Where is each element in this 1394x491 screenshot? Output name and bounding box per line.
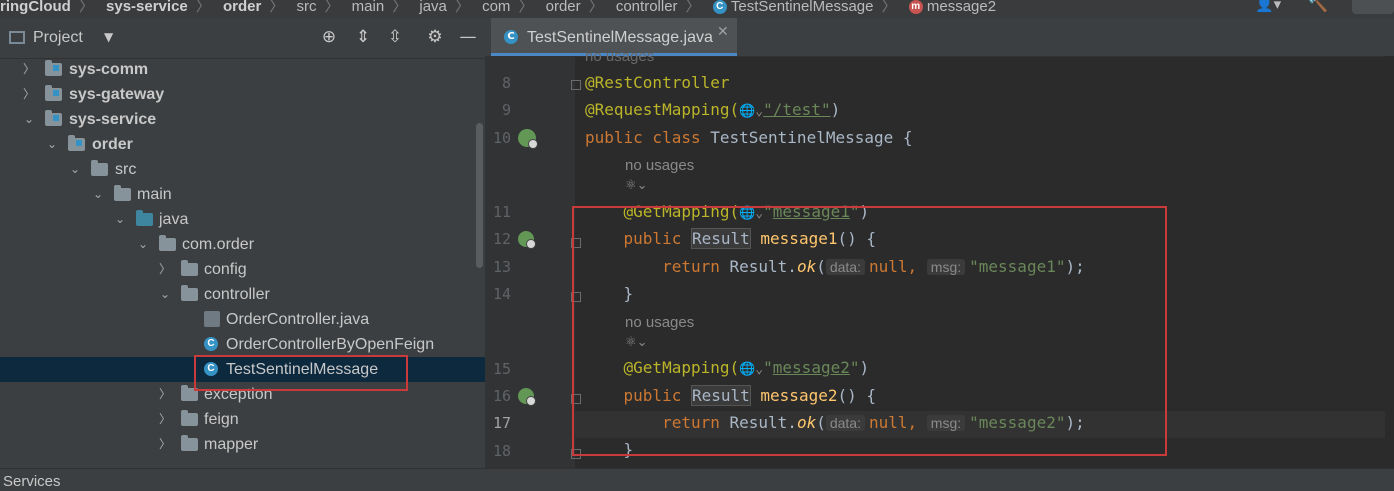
gear-icon[interactable]: ⚙	[424, 26, 446, 48]
request-mapping-icon[interactable]	[518, 388, 536, 406]
line-number: 12	[492, 230, 511, 248]
line-number: 10	[492, 129, 511, 147]
class-icon: C	[712, 0, 727, 15]
breadcrumb-item[interactable]: order	[223, 0, 261, 15]
tree-item[interactable]: ⌄ src	[0, 157, 485, 182]
tree-item[interactable]: ⌄ controller	[0, 282, 485, 307]
status-bar: Services	[0, 468, 1394, 491]
line-number: 11	[492, 203, 511, 221]
build-hammer-icon[interactable]: 🔨	[1308, 0, 1328, 14]
code-line: @RestController	[585, 73, 730, 92]
tree-item[interactable]: 〉 mapper	[0, 432, 485, 457]
tree-item[interactable]: 〉 config	[0, 257, 485, 282]
method-icon: m	[908, 0, 923, 15]
tree-item[interactable]: ⌄ java	[0, 207, 485, 232]
code-line: @RequestMapping(🌐⌄"/test")	[585, 100, 841, 119]
tree-item[interactable]: ⌄ com.order	[0, 232, 485, 257]
code-line: public class TestSentinelMessage {	[585, 128, 913, 147]
line-number: 17	[492, 414, 511, 432]
tree-item[interactable]: OrderController.java	[0, 307, 485, 332]
class-icon: C	[504, 30, 518, 44]
breadcrumb: ringCloud 〉 sys-service 〉 order 〉 src 〉 main…	[0, 0, 1394, 18]
user-icon[interactable]: 👤▾	[1255, 0, 1281, 13]
line-number: 16	[492, 387, 511, 405]
project-view-icon	[9, 31, 25, 44]
line-number: 14	[492, 285, 511, 303]
breadcrumb-item[interactable]: controller	[616, 0, 678, 15]
breadcrumb-item[interactable]: com	[482, 0, 510, 15]
fold-icon[interactable]	[571, 80, 581, 90]
project-header: Project ▼ ⊕ ⇕ ⇳ ⚙ —	[0, 18, 485, 59]
tree-item[interactable]: ⌄ main	[0, 182, 485, 207]
run-config-selector[interactable]	[1352, 0, 1394, 14]
tree-item[interactable]: ⌄ sys-service	[0, 107, 485, 132]
line-number: 18	[492, 442, 511, 460]
spring-bean-icon[interactable]	[518, 129, 538, 149]
line-number: 9	[501, 101, 511, 119]
breadcrumb-item[interactable]: message2	[927, 0, 996, 15]
locate-icon[interactable]: ⊕	[318, 26, 340, 48]
breadcrumb-item[interactable]: sys-service	[106, 0, 188, 15]
class-icon: C	[204, 337, 218, 351]
editor-scrollbar[interactable]	[1385, 56, 1394, 466]
line-number: 15	[492, 360, 511, 378]
tree-item[interactable]: 〉 feign	[0, 407, 485, 432]
project-scrollbar[interactable]	[476, 123, 483, 268]
breadcrumb-item[interactable]: order	[546, 0, 581, 15]
chevron-down-icon[interactable]: ▼	[104, 30, 113, 44]
web-icon[interactable]: 🌐⌄	[739, 104, 763, 119]
tree-item[interactable]: 〉 sys-gateway	[0, 82, 485, 107]
no-usages-hint: no usages	[625, 157, 695, 174]
services-tab[interactable]: Services	[3, 473, 61, 490]
no-usages-hint: no usages	[585, 48, 655, 65]
breadcrumb-item[interactable]: src	[296, 0, 316, 15]
highlight-box	[194, 355, 408, 391]
tree-item[interactable]: 〉 sys-comm	[0, 57, 485, 82]
close-icon[interactable]: ✕	[717, 24, 729, 40]
breadcrumb-item[interactable]: ringCloud	[0, 0, 71, 15]
sentinel-icon[interactable]: ⚛⌄	[625, 178, 648, 193]
breadcrumb-item[interactable]: TestSentinelMessage	[731, 0, 874, 15]
project-panel: Project ▼ ⊕ ⇕ ⇳ ⚙ — 〉 sys-comm 〉 sys-gat…	[0, 18, 485, 468]
java-file-icon	[204, 311, 220, 327]
tree-item[interactable]: C OrderControllerByOpenFeign	[0, 332, 485, 357]
line-number: 8	[501, 74, 511, 92]
request-mapping-icon[interactable]	[518, 231, 536, 249]
editor-gutter: 8 9 10 11 12 13 14 15 16 17 18	[485, 56, 581, 468]
tree-item[interactable]: ⌄ order	[0, 132, 485, 157]
breadcrumb-item[interactable]: main	[352, 0, 385, 15]
collapse-all-icon[interactable]: ⇳	[384, 26, 406, 48]
highlight-box	[572, 206, 1167, 456]
breadcrumb-item[interactable]: java	[419, 0, 447, 15]
project-title[interactable]: Project	[33, 29, 83, 47]
minimize-icon[interactable]: —	[457, 26, 479, 48]
expand-all-icon[interactable]: ⇕	[352, 26, 374, 48]
line-number: 13	[492, 258, 511, 276]
